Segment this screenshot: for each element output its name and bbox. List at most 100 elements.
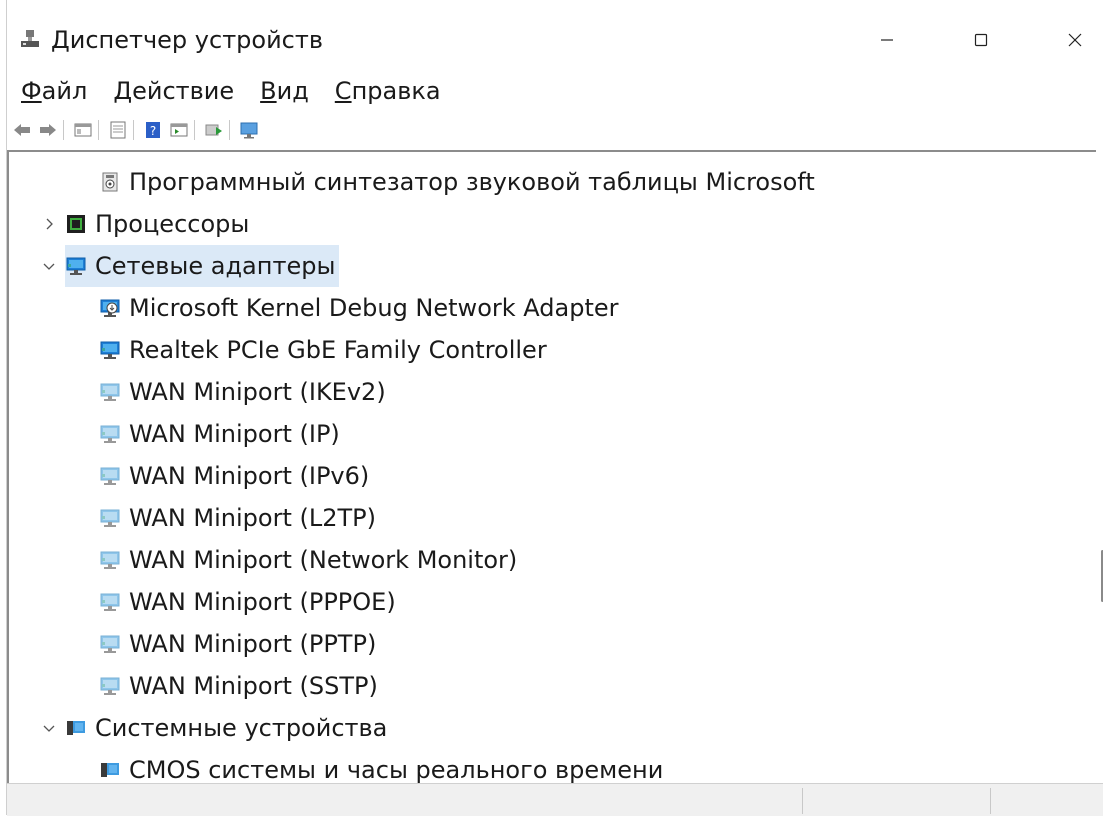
toolbar-separator	[194, 120, 195, 140]
tree-item[interactable]: WAN Miniport (Network Monitor)	[99, 540, 521, 580]
maximize-button[interactable]	[949, 18, 1013, 62]
back-arrow-icon[interactable]	[11, 119, 33, 141]
toolbar-separator	[229, 120, 230, 140]
tree-item[interactable]: WAN Miniport (PPTP)	[99, 624, 380, 664]
tree-item[interactable]: WAN Miniport (SSTP)	[99, 666, 382, 706]
minimize-icon	[881, 39, 893, 41]
tree-item-content[interactable]: WAN Miniport (IPv6)	[99, 455, 373, 497]
properties-icon[interactable]	[107, 119, 129, 141]
tree-item-content[interactable]: WAN Miniport (Network Monitor)	[99, 539, 521, 581]
chevron-down-icon[interactable]	[39, 256, 59, 276]
show-hide-console-tree-icon[interactable]	[72, 119, 94, 141]
status-divider	[802, 788, 804, 814]
minimize-button[interactable]	[855, 18, 919, 62]
menu-label: ействие	[132, 77, 235, 105]
tree-item-content[interactable]: Сетевые адаптеры	[65, 245, 340, 287]
svg-text:?: ?	[150, 124, 156, 138]
tree-item-label: WAN Miniport (L2TP)	[129, 504, 376, 532]
vertical-scrollbar[interactable]	[1097, 150, 1103, 783]
menu-bar: Файл Действие Вид Справка	[7, 74, 1103, 110]
menu-help[interactable]: Справка	[333, 74, 443, 110]
system-devices-icon	[101, 763, 119, 777]
menu-label: ид	[276, 77, 309, 105]
menu-label: правка	[351, 77, 441, 105]
tree-item-content[interactable]: Программный синтезатор звуковой таблицы …	[99, 161, 819, 203]
tree-item-label: Системные устройства	[95, 714, 388, 742]
tree-item-content[interactable]: WAN Miniport (SSTP)	[99, 665, 382, 707]
tree-item-content[interactable]: Процессоры	[65, 203, 253, 245]
tree-item[interactable]: CMOS системы и часы реального времени	[99, 750, 667, 783]
toolbar-separator	[98, 120, 99, 140]
tree-item-content[interactable]: Realtek PCIe GbE Family Controller	[99, 329, 551, 371]
tree-item[interactable]: Системные устройства	[39, 708, 391, 748]
device-tree[interactable]: Программный синтезатор звуковой таблицы …	[7, 150, 1096, 783]
tree-item[interactable]: Программный синтезатор звуковой таблицы …	[99, 162, 819, 202]
toolbar-separator	[133, 120, 134, 140]
status-divider	[990, 788, 992, 814]
menu-label: айл	[41, 77, 88, 105]
tree-item-label: Сетевые адаптеры	[95, 252, 336, 280]
tree-item[interactable]: WAN Miniport (IKEv2)	[99, 372, 390, 412]
processor-icon	[67, 215, 85, 233]
update-driver-icon[interactable]	[203, 119, 225, 141]
toolbar-separator	[63, 120, 64, 140]
maximize-icon	[974, 33, 988, 47]
tree-item-content[interactable]: WAN Miniport (PPTP)	[99, 623, 380, 665]
tree-item[interactable]: Microsoft Kernel Debug Network Adapter	[99, 288, 622, 328]
wan-miniport-icon	[100, 551, 120, 569]
scan-hardware-icon[interactable]	[238, 119, 260, 141]
tree-item-label: Microsoft Kernel Debug Network Adapter	[129, 294, 619, 322]
menu-accelerator: Ф	[21, 77, 42, 105]
wan-miniport-icon	[100, 635, 120, 653]
wan-miniport-icon	[100, 593, 120, 611]
run-action-icon[interactable]	[168, 119, 190, 141]
forward-arrow-icon[interactable]	[37, 119, 59, 141]
menu-accelerator: С	[334, 77, 352, 105]
wan-miniport-icon	[100, 425, 120, 443]
system-devices-icon	[67, 721, 85, 735]
network-adapter-icon	[100, 341, 120, 359]
tree-item-label: Процессоры	[95, 210, 250, 238]
tree-item-label: Realtek PCIe GbE Family Controller	[129, 336, 547, 364]
tree-item-label: Программный синтезатор звуковой таблицы …	[129, 168, 815, 196]
toolbar: ?	[7, 116, 1103, 144]
menu-view[interactable]: Вид	[258, 74, 311, 110]
chevron-right-icon[interactable]	[39, 214, 59, 234]
tree-item[interactable]: Процессоры	[39, 204, 253, 244]
tree-item[interactable]: WAN Miniport (L2TP)	[99, 498, 380, 538]
tree-item-content[interactable]: WAN Miniport (PPPOE)	[99, 581, 400, 623]
tree-item-label: WAN Miniport (Network Monitor)	[129, 546, 518, 574]
tree-item-content[interactable]: Системные устройства	[65, 707, 391, 749]
tree-item[interactable]: WAN Miniport (IP)	[99, 414, 344, 454]
device-manager-window: Диспетчер устройств Файл Действие Вид Справ…	[6, 0, 1103, 816]
wan-miniport-icon	[100, 677, 120, 695]
menu-accelerator: В	[260, 77, 277, 105]
tree-item[interactable]: Realtek PCIe GbE Family Controller	[99, 330, 551, 370]
title-bar[interactable]: Диспетчер устройств	[7, 0, 1103, 84]
tree-item-label: WAN Miniport (SSTP)	[129, 672, 378, 700]
tree-item-content[interactable]: WAN Miniport (L2TP)	[99, 497, 380, 539]
menu-file[interactable]: Файл	[19, 74, 89, 110]
tree-item-label: WAN Miniport (IP)	[129, 420, 340, 448]
network-adapter-debug-icon	[100, 299, 120, 317]
tree-item-label: WAN Miniport (IPv6)	[129, 462, 370, 490]
menu-action[interactable]: Действие	[111, 74, 236, 110]
audio-device-icon	[102, 172, 118, 192]
status-bar	[7, 783, 1103, 816]
tree-item-content[interactable]: CMOS системы и часы реального времени	[99, 749, 667, 783]
tree-item-label: WAN Miniport (PPPOE)	[129, 588, 396, 616]
tree-item[interactable]: WAN Miniport (IPv6)	[99, 456, 373, 496]
tree-item-content[interactable]: WAN Miniport (IKEv2)	[99, 371, 390, 413]
network-adapter-icon	[66, 257, 86, 275]
window-title: Диспетчер устройств	[51, 26, 324, 54]
close-icon	[1068, 33, 1082, 47]
close-button[interactable]	[1043, 18, 1103, 62]
wan-miniport-icon	[100, 467, 120, 485]
tree-item[interactable]: WAN Miniport (PPPOE)	[99, 582, 400, 622]
chevron-down-icon[interactable]	[39, 718, 59, 738]
tree-item[interactable]: Сетевые адаптеры	[39, 245, 340, 287]
tree-item-content[interactable]: WAN Miniport (IP)	[99, 413, 344, 455]
help-icon[interactable]: ?	[142, 119, 164, 141]
tree-item-content[interactable]: Microsoft Kernel Debug Network Adapter	[99, 287, 622, 329]
device-manager-icon	[21, 30, 39, 47]
